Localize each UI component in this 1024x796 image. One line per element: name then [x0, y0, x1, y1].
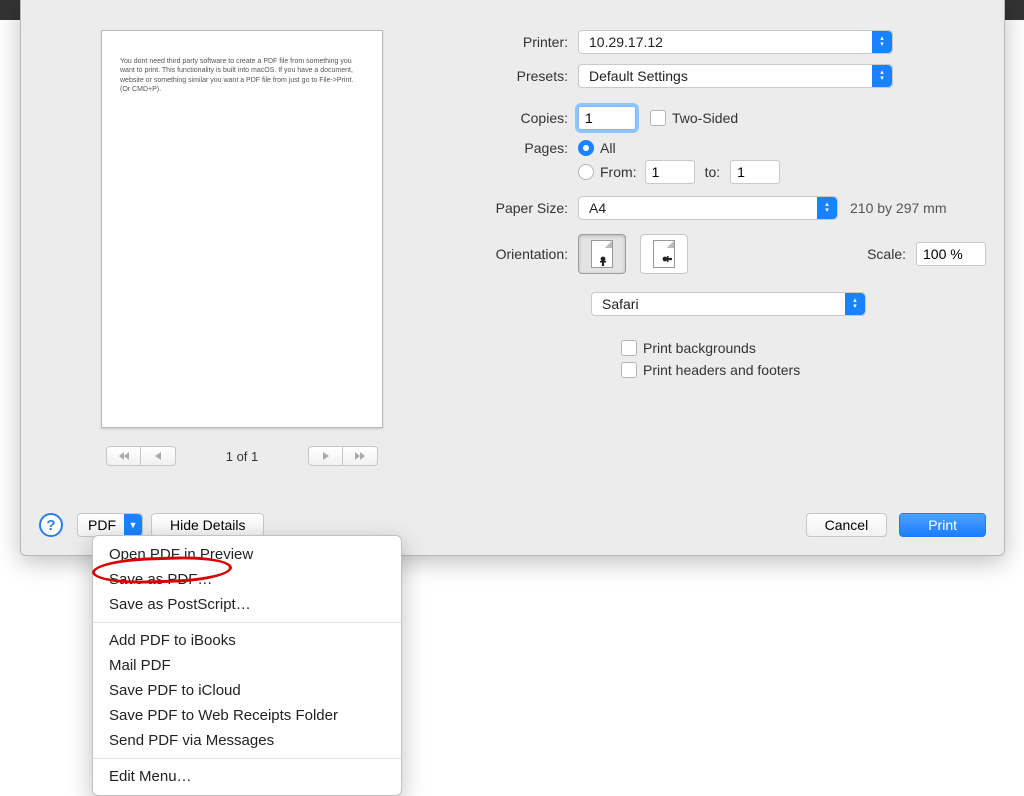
- scale-label: Scale:: [867, 246, 906, 262]
- preview-text: You dont need third party software to cr…: [120, 58, 353, 93]
- updown-arrows-icon: [817, 197, 837, 219]
- presets-select[interactable]: Default Settings: [578, 64, 893, 88]
- menu-save-to-web-receipts[interactable]: Save PDF to Web Receipts Folder: [93, 703, 401, 728]
- print-settings-form: Printer: 10.29.17.12 Presets: Default Se…: [441, 30, 986, 388]
- paper-size-note: 210 by 297 mm: [850, 200, 947, 216]
- paper-size-label: Paper Size:: [441, 200, 578, 216]
- app-options-select[interactable]: Safari: [591, 292, 866, 316]
- menu-save-as-postscript[interactable]: Save as PostScript…: [93, 592, 401, 617]
- copies-input[interactable]: [578, 106, 636, 130]
- next-page-button[interactable]: [308, 446, 343, 466]
- page-nav-fwd-group: [308, 446, 378, 466]
- cancel-button[interactable]: Cancel: [806, 513, 888, 537]
- printer-label: Printer:: [441, 34, 578, 50]
- updown-arrows-icon: [845, 293, 865, 315]
- updown-arrows-icon: [872, 65, 892, 87]
- last-page-button[interactable]: [343, 446, 378, 466]
- page-indicator: 1 of 1: [182, 449, 302, 464]
- print-backgrounds-label: Print backgrounds: [643, 340, 756, 356]
- document-landscape-icon: [653, 240, 675, 268]
- app-options-value: Safari: [602, 296, 639, 312]
- hide-details-label: Hide Details: [170, 517, 245, 533]
- scale-input[interactable]: [916, 242, 986, 266]
- presets-value: Default Settings: [589, 68, 688, 84]
- pages-all-radio[interactable]: [578, 140, 594, 156]
- chevron-down-icon: ▼: [124, 514, 142, 536]
- first-page-button[interactable]: [106, 446, 141, 466]
- pages-from-label: From:: [600, 164, 637, 180]
- pages-label: Pages:: [441, 140, 578, 156]
- printer-select[interactable]: 10.29.17.12: [578, 30, 893, 54]
- pages-to-input[interactable]: [730, 160, 780, 184]
- print-headers-checkbox[interactable]: [621, 362, 637, 378]
- pdf-dropdown-menu: Open PDF in Preview Save as PDF… Save as…: [92, 535, 402, 796]
- updown-arrows-icon: [872, 31, 892, 53]
- print-dialog: You dont need third party software to cr…: [20, 0, 1005, 556]
- printer-value: 10.29.17.12: [589, 34, 663, 50]
- print-headers-label: Print headers and footers: [643, 362, 800, 378]
- pdf-button-label: PDF: [78, 517, 124, 533]
- orientation-label: Orientation:: [441, 246, 578, 262]
- pages-to-label: to:: [705, 164, 721, 180]
- help-icon: ?: [46, 517, 55, 534]
- pages-from-input[interactable]: [645, 160, 695, 184]
- menu-mail-pdf[interactable]: Mail PDF: [93, 653, 401, 678]
- document-portrait-icon: [591, 240, 613, 268]
- page-nav-back-group: [106, 446, 176, 466]
- orientation-landscape-button[interactable]: [640, 234, 688, 274]
- paper-size-value: A4: [589, 200, 606, 216]
- page-nav: 1 of 1: [101, 446, 383, 466]
- menu-open-pdf-preview[interactable]: Open PDF in Preview: [93, 542, 401, 567]
- cancel-label: Cancel: [825, 517, 869, 533]
- two-sided-checkbox[interactable]: [650, 110, 666, 126]
- pdf-dropdown-button[interactable]: PDF ▼: [77, 513, 143, 537]
- print-button[interactable]: Print: [899, 513, 986, 537]
- print-backgrounds-checkbox[interactable]: [621, 340, 637, 356]
- dialog-bottom-bar: ? PDF ▼ Hide Details Cancel Print: [39, 513, 986, 537]
- pages-all-label: All: [600, 140, 616, 156]
- page-preview: You dont need third party software to cr…: [101, 30, 383, 428]
- menu-separator: [93, 758, 401, 759]
- menu-separator: [93, 622, 401, 623]
- orientation-portrait-button[interactable]: [578, 234, 626, 274]
- copies-label: Copies:: [441, 110, 578, 126]
- presets-label: Presets:: [441, 68, 578, 84]
- two-sided-label: Two-Sided: [672, 110, 738, 126]
- pages-from-radio[interactable]: [578, 164, 594, 180]
- menu-save-to-icloud[interactable]: Save PDF to iCloud: [93, 678, 401, 703]
- print-label: Print: [928, 517, 957, 533]
- menu-add-to-ibooks[interactable]: Add PDF to iBooks: [93, 628, 401, 653]
- prev-page-button[interactable]: [141, 446, 176, 466]
- menu-edit-menu[interactable]: Edit Menu…: [93, 764, 401, 789]
- menu-save-as-pdf[interactable]: Save as PDF…: [93, 567, 401, 592]
- help-button[interactable]: ?: [39, 513, 63, 537]
- menu-send-via-messages[interactable]: Send PDF via Messages: [93, 728, 401, 753]
- hide-details-button[interactable]: Hide Details: [151, 513, 264, 537]
- paper-size-select[interactable]: A4: [578, 196, 838, 220]
